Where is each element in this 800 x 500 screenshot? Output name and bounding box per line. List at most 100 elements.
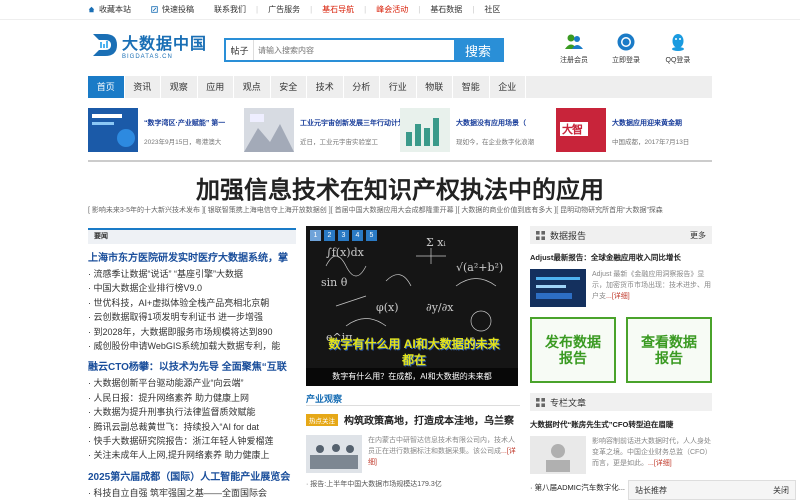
nav-item-ai[interactable]: 智能: [453, 76, 490, 98]
nav-item-enterprise[interactable]: 企业: [490, 76, 526, 98]
bookmark-link[interactable]: 收藏本站: [88, 4, 131, 15]
column-title[interactable]: 大数据时代“账房先生式”CFO转型迫在眉睫: [530, 419, 712, 430]
community-link[interactable]: 社区: [484, 4, 500, 15]
search-button[interactable]: 搜索: [454, 40, 502, 60]
article-thumbnail[interactable]: [306, 435, 362, 473]
nav-item-security[interactable]: 安全: [271, 76, 307, 98]
carousel-page-button[interactable]: 5: [366, 230, 377, 241]
site-logo[interactable]: 大数据中国 BIGDATAS.CN: [90, 30, 207, 60]
contribute-link[interactable]: 快速投稿: [151, 4, 194, 15]
carousel-page-button[interactable]: 4: [352, 230, 363, 241]
list-item[interactable]: 中国大数据企业排行榜V9.0: [88, 281, 296, 295]
publish-report-button[interactable]: 发布数据报告: [530, 317, 616, 383]
navigation-link[interactable]: 基石导航: [322, 4, 354, 15]
featured-card[interactable]: “数字湾区·产业赋能” 第一 2023年9月15日，粤港澳大: [88, 108, 244, 156]
carousel-caption[interactable]: 数字有什么用？在成都，AI和大数据的未来都: [306, 368, 518, 386]
featured-card[interactable]: 大数据没有应用场景（ 现如今，在企业数字化浪潮: [400, 108, 556, 156]
report-preview: Adjust 最新《金融应用洞察报告》显示，加密货币市场出现：技术进步、用户支.…: [530, 269, 712, 307]
headline-title[interactable]: 加强信息技术在知识产权执法中的应用: [88, 170, 712, 205]
report-thumbnail[interactable]: [530, 269, 586, 307]
column-thumbnail[interactable]: [530, 436, 586, 474]
home-icon: [88, 6, 95, 13]
nav-item-opinion[interactable]: 观点: [234, 76, 271, 98]
svg-text:智: 智: [572, 122, 583, 136]
read-more-link[interactable]: ...[详细]: [606, 293, 630, 300]
svg-text:∂y/∂x: ∂y/∂x: [426, 301, 454, 314]
carousel-pagination: 1 2 3 4 5: [310, 230, 380, 241]
nav-item-home[interactable]: 首页: [88, 76, 125, 98]
register-button[interactable]: 注册会员: [548, 32, 600, 65]
nav-item-iot[interactable]: 物联: [417, 76, 453, 98]
divider: |: [472, 5, 475, 14]
list-item[interactable]: 关注未成年人上网,提升网络素养 助力健康上: [88, 448, 296, 462]
edit-icon: [151, 6, 158, 13]
carousel-page-button[interactable]: 1: [310, 230, 321, 241]
view-report-button[interactable]: 查看数据报告: [626, 317, 712, 383]
carousel-overlay-text: 数字有什么用 AI和大数据的未来都在: [328, 337, 500, 367]
events-link[interactable]: 峰会活动: [376, 4, 408, 15]
featured-card[interactable]: 大智 大数据应用迎来黄金期 中国成都，2017年7月13日: [556, 108, 712, 156]
list-item[interactable]: 威创股份申请WebGIS系统加载大数据专利，能: [88, 339, 296, 353]
nav-item-tech[interactable]: 技术: [307, 76, 344, 98]
news-lead-title[interactable]: 融云CTO杨攀：以技术为先导 全面聚焦“互联: [88, 358, 296, 373]
list-item[interactable]: 大数据为提升刑事执行法律监督质效赋能: [88, 405, 296, 419]
list-item[interactable]: 人民日报：提升网络素养 助力健康上网: [88, 391, 296, 405]
sidebar-column: 数据报告 更多 Adjust最新报告：全球金融应用收入同比增长 Adjust 最…: [530, 226, 712, 493]
related-links[interactable]: [ 影响未来3-5年的十大新兴技术发布 ][ 银联智策携上海电信夺上海开放数据创…: [88, 205, 712, 215]
register-icon: [565, 34, 583, 49]
grid-icon: [536, 397, 545, 407]
more-link[interactable]: 更多: [690, 230, 706, 241]
article-excerpt: 在内蒙古中研智达信息技术有限公司内，技术人员正在进行数据标注和数据采集。该公司成: [368, 437, 515, 455]
nav-item-news[interactable]: 资讯: [125, 76, 161, 98]
list-item[interactable]: 世优科技，AI+虚拟体验全栈产品亮相北京朝: [88, 296, 296, 310]
nav-item-analysis[interactable]: 分析: [344, 76, 380, 98]
logo-subtext: BIGDATAS.CN: [122, 54, 173, 60]
featured-thumbnail: 大智: [556, 108, 606, 152]
carousel-page-button[interactable]: 2: [324, 230, 335, 241]
industry-section-title[interactable]: 产业观察: [306, 392, 520, 406]
read-more-link[interactable]: ...[详细]: [648, 460, 672, 467]
list-item[interactable]: 大数据创新平台驱动能源产业“向云端”: [88, 376, 296, 390]
contact-link[interactable]: 联系我们: [214, 4, 246, 15]
list-item[interactable]: 到2028年，大数据即服务市场规模将达到890: [88, 325, 296, 339]
carousel[interactable]: ∫f(x)dx Σ xᵢ √(a²+b²) sin θ φ(x) ∂y/∂x e^iπ λ…: [306, 226, 518, 386]
search-category-select[interactable]: 帖子: [226, 40, 254, 60]
featured-card[interactable]: 工业元宇宙创新发展三年行动计划 近日，工业元宇宙实验室工: [244, 108, 400, 156]
nav-item-application[interactable]: 应用: [198, 76, 234, 98]
top-bar: 收藏本站 快速投稿 联系我们 | 广告服务 | 基石导航 | 峰会活动 | 基石…: [0, 0, 800, 20]
site-header: 大数据中国 BIGDATAS.CN 帖子 搜索 注册会员 立即登录 QQ登录: [88, 22, 712, 74]
article-preview: 在内蒙古中研智达信息技术有限公司内，技术人员正在进行数据标注和数据采集。该公司成…: [306, 435, 520, 473]
logo-mark-icon: [93, 34, 117, 56]
carousel-page-button[interactable]: 3: [338, 230, 349, 241]
news-column: 要闻 上海市东方医院研发实时医疗大数据系统，掌 流感季让数据“说话” “基座引擎…: [88, 228, 296, 500]
list-item[interactable]: · 报告:上半年中国大数据市场规模达179.3亿: [306, 479, 520, 489]
featured-thumbnail: [400, 108, 450, 152]
nav-item-observe[interactable]: 观察: [161, 76, 198, 98]
data-link[interactable]: 基石数据: [430, 4, 462, 15]
list-item[interactable]: 腾讯云副总裁黄世飞：持续投入“AI for dat: [88, 420, 296, 434]
main-nav: 首页 资讯 观察 应用 观点 安全 技术 分析 行业 物联 智能 企业: [88, 76, 712, 98]
grid-icon: [536, 230, 545, 240]
featured-thumbnail: [244, 108, 294, 152]
login-button[interactable]: 立即登录: [600, 32, 652, 65]
report-title[interactable]: Adjust最新报告：全球金融应用收入同比增长: [530, 252, 712, 263]
column-preview: 影响容制前话进大数据时代，人人身处变革之境。中国企业财务总监（CFO）而言，更是…: [530, 436, 712, 474]
recommend-popup: 站长推荐 关闭: [628, 480, 796, 500]
news-lead-title[interactable]: 上海市东方医院研发实时医疗大数据系统，掌: [88, 249, 296, 264]
hot-title: 构筑政策高地，打造成本洼地，乌兰察: [344, 416, 514, 427]
column-section-header: 专栏文章: [530, 393, 712, 411]
list-item[interactable]: 云创数据取得1项发明专利证书 进一步增强: [88, 310, 296, 324]
nav-item-industry[interactable]: 行业: [380, 76, 417, 98]
list-item[interactable]: 快手大数据研究院报告：浙江年轻人钟爱榴莲: [88, 434, 296, 448]
hot-item[interactable]: 热点关注 构筑政策高地，打造成本洼地，乌兰察: [306, 412, 520, 427]
close-button[interactable]: 关闭: [773, 485, 789, 496]
list-item[interactable]: 流感季让数据“说话” “基座引擎”大数据: [88, 267, 296, 281]
list-item[interactable]: 科技自立自强 筑牢强国之基——全面国际会: [88, 486, 296, 500]
popup-title: 站长推荐: [635, 485, 667, 495]
news-lead-title[interactable]: 2025第六届成都（国际）人工智能产业展览会: [88, 468, 296, 483]
search-input[interactable]: [254, 40, 454, 60]
ads-link[interactable]: 广告服务: [268, 4, 300, 15]
svg-text:Σ xᵢ: Σ xᵢ: [426, 236, 446, 249]
svg-text:φ(x): φ(x): [376, 301, 399, 314]
qq-login-button[interactable]: QQ登录: [652, 32, 704, 65]
